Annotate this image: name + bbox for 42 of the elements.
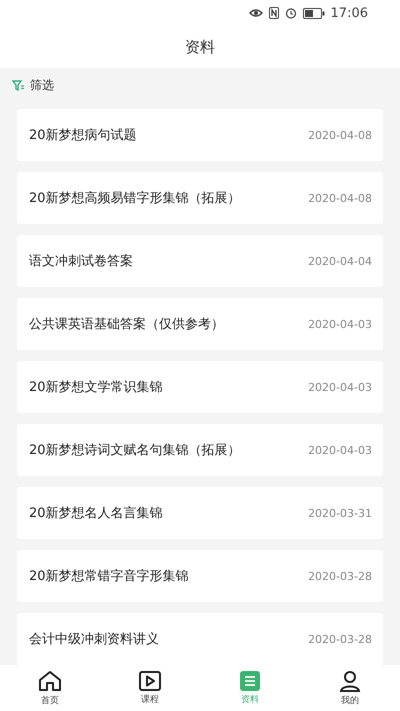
nav-tab[interactable]: 我的 (300, 665, 400, 711)
document-title: 20新梦想病句试题 (29, 127, 137, 144)
document-date: 2020-04-08 (308, 128, 372, 142)
document-item[interactable]: 语文冲刺试卷答案 2020-04-04 (17, 235, 383, 287)
eye-icon (248, 8, 263, 18)
nfc-icon (268, 7, 279, 19)
page-title: 资料 (185, 38, 215, 56)
document-title: 20新梦想常错字音字形集锦 (29, 568, 189, 585)
document-date: 2020-04-04 (308, 254, 372, 268)
document-title: 20新梦想诗词文赋名句集锦（拓展） (29, 442, 241, 459)
battery-icon (302, 8, 325, 18)
filter-button[interactable]: 筛选 (0, 68, 66, 103)
document-date: 2020-04-03 (308, 380, 372, 394)
document-title: 会计中级冲刺资料讲义 (29, 631, 159, 648)
person-icon (339, 670, 361, 692)
document-date: 2020-03-31 (308, 506, 372, 520)
document-date: 2020-04-08 (308, 192, 372, 204)
document-title: 20新梦想高频易错字形集锦（拓展） (29, 190, 241, 207)
document-item[interactable]: 20新梦想诗词文赋名句集锦（拓展） 2020-04-03 (17, 424, 383, 476)
alarm-icon (284, 7, 297, 19)
document-item[interactable]: 会计中级冲刺资料讲义 2020-03-28 (17, 613, 383, 665)
document-item[interactable]: 20新梦想病句试题 2020-04-08 (17, 109, 383, 161)
document-item[interactable]: 20新梦想常错字音字形集锦 2020-03-28 (17, 550, 383, 602)
document-title: 语文冲刺试卷答案 (29, 253, 133, 270)
nav-tab[interactable]: 课程 (100, 665, 200, 711)
document-title: 20新梦想文学常识集锦 (29, 379, 163, 396)
filter-icon (12, 80, 24, 91)
document-item[interactable]: 公共课英语基础答案（仅供参考） 2020-04-03 (17, 298, 383, 350)
play-icon (139, 670, 161, 690)
document-date: 2020-04-03 (308, 444, 372, 456)
document-date: 2020-03-28 (308, 570, 372, 582)
document-icon (240, 670, 260, 690)
document-date: 2020-04-03 (308, 318, 372, 330)
document-item[interactable]: 20新梦想文学常识集锦 2020-04-03 (17, 361, 383, 413)
status-time: 17:06 (330, 6, 368, 20)
document-title: 公共课英语基础答案（仅供参考） (29, 316, 224, 333)
nav-tab[interactable]: 首页 (0, 665, 100, 711)
document-item[interactable]: 20新梦想名人名言集锦 2020-03-31 (17, 487, 383, 539)
document-date: 2020-03-28 (308, 632, 372, 646)
document-item[interactable]: 20新梦想高频易错字形集锦（拓展） 2020-04-08 (17, 172, 383, 224)
home-icon (38, 670, 62, 692)
document-title: 20新梦想名人名言集锦 (29, 505, 163, 522)
